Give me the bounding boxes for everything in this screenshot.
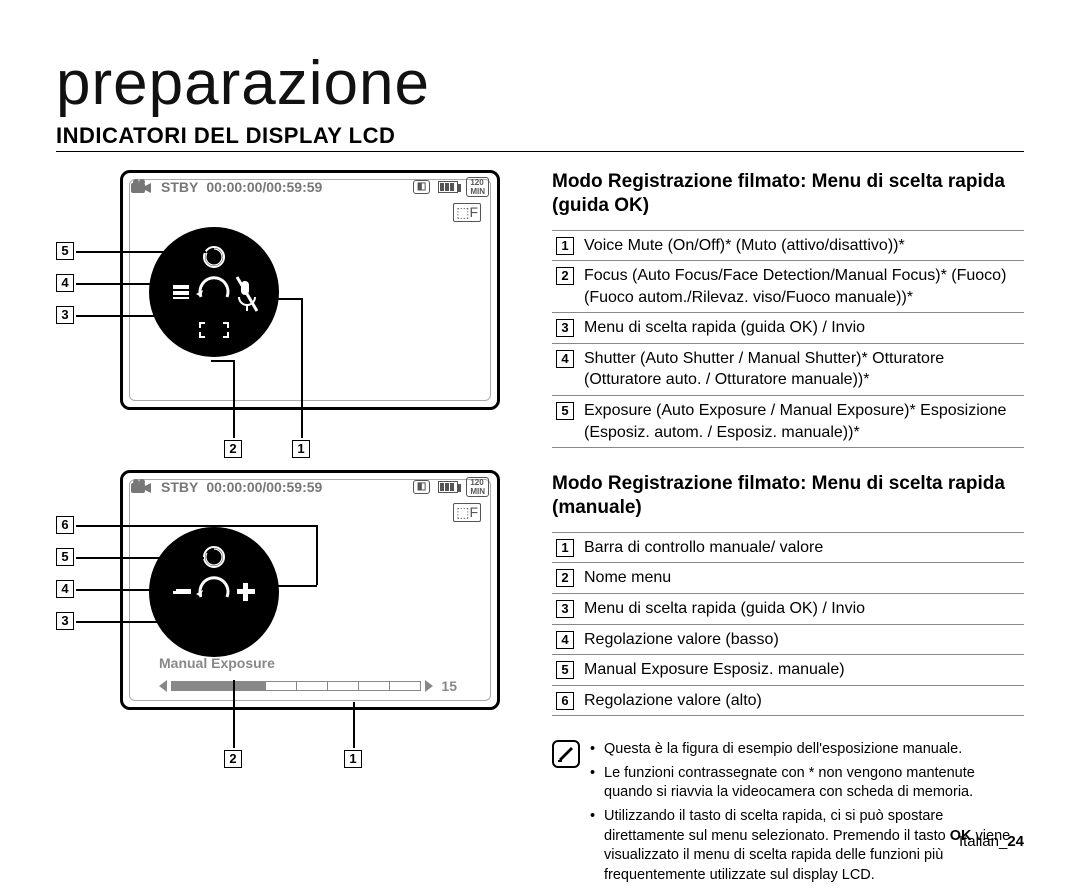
status-mode: STBY bbox=[161, 179, 198, 195]
sd-indicator-icon: ⬚F bbox=[453, 203, 481, 222]
diagrams-column: STBY 00:00:00/00:59:59 ◧ 120MIN ⬚F bbox=[56, 170, 516, 889]
lcd-screen-2: STBY 00:00:00/00:59:59 ◧ 120MIN ⬚F bbox=[120, 470, 500, 710]
note-icon bbox=[552, 740, 580, 768]
rec-time-badge: 120MIN bbox=[466, 477, 489, 497]
camcorder-icon bbox=[131, 179, 153, 195]
status-timecode: 00:00:00/00:59:59 bbox=[206, 479, 322, 495]
table-row: 2Focus (Auto Focus/Face Detection/Manual… bbox=[552, 261, 1024, 313]
battery-icon bbox=[438, 481, 458, 493]
callout-b4: 4 bbox=[56, 580, 74, 598]
callout-b2: 2 bbox=[224, 750, 242, 768]
section-heading: INDICATORI DEL DISPLAY LCD bbox=[56, 123, 1024, 149]
section-rule bbox=[56, 151, 1024, 152]
page-footer: Italian_24 bbox=[959, 833, 1024, 850]
table-row: 4Regolazione valore (basso) bbox=[552, 624, 1024, 655]
table-row: 2Nome menu bbox=[552, 563, 1024, 594]
callout-1: 1 bbox=[292, 440, 310, 458]
page-title: preparazione bbox=[56, 48, 1024, 119]
note-item: Questa è la figura di esempio dell'espos… bbox=[590, 740, 1024, 760]
card-icon: ◧ bbox=[413, 480, 430, 494]
diagram-manual-menu: STBY 00:00:00/00:59:59 ◧ 120MIN ⬚F bbox=[56, 470, 516, 790]
quick-menu-heading: Modo Registrazione filmato: Menu di scel… bbox=[552, 170, 1024, 218]
callout-2: 2 bbox=[224, 440, 242, 458]
descriptions-column: Modo Registrazione filmato: Menu di scel… bbox=[552, 170, 1024, 889]
callout-5: 5 bbox=[56, 242, 74, 260]
table-row: 5Manual Exposure Esposiz. manuale) bbox=[552, 655, 1024, 686]
diagram-quick-menu: STBY 00:00:00/00:59:59 ◧ 120MIN ⬚F bbox=[56, 170, 516, 470]
callout-b3: 3 bbox=[56, 612, 74, 630]
table-row: 1Voice Mute (On/Off)* (Muto (attivo/disa… bbox=[552, 230, 1024, 261]
manual-value-bar: 15 bbox=[159, 679, 457, 693]
callout-4: 4 bbox=[56, 274, 74, 292]
table-row: 1Barra di controllo manuale/ valore bbox=[552, 532, 1024, 563]
callout-b5: 5 bbox=[56, 548, 74, 566]
status-timecode: 00:00:00/00:59:59 bbox=[206, 179, 322, 195]
callout-3: 3 bbox=[56, 306, 74, 324]
table-row: 3Menu di scelta rapida (guida OK) / Invi… bbox=[552, 313, 1024, 344]
table-row: 4Shutter (Auto Shutter / Manual Shutter)… bbox=[552, 343, 1024, 395]
triangle-right-icon bbox=[425, 680, 433, 692]
battery-icon bbox=[438, 181, 458, 193]
manual-value: 15 bbox=[441, 678, 457, 694]
table-row: 3Menu di scelta rapida (guida OK) / Invi… bbox=[552, 593, 1024, 624]
sd-indicator-icon: ⬚F bbox=[453, 503, 481, 522]
manual-menu-table: 1Barra di controllo manuale/ valore 2Nom… bbox=[552, 532, 1024, 717]
note-box: Questa è la figura di esempio dell'espos… bbox=[552, 740, 1024, 889]
manual-exposure-label: Manual Exposure bbox=[159, 655, 275, 671]
rec-time-badge: 120MIN bbox=[466, 177, 489, 197]
callout-b1: 1 bbox=[344, 750, 362, 768]
quick-menu-table: 1Voice Mute (On/Off)* (Muto (attivo/disa… bbox=[552, 230, 1024, 449]
nav-dial-2 bbox=[149, 527, 279, 657]
nav-dial-1 bbox=[149, 227, 279, 357]
note-item: Le funzioni contrassegnate con * non ven… bbox=[590, 764, 1024, 803]
camcorder-icon bbox=[131, 479, 153, 495]
lcd-screen-1: STBY 00:00:00/00:59:59 ◧ 120MIN ⬚F bbox=[120, 170, 500, 410]
table-row: 5Exposure (Auto Exposure / Manual Exposu… bbox=[552, 396, 1024, 448]
manual-menu-heading: Modo Registrazione filmato: Menu di scel… bbox=[552, 472, 1024, 520]
triangle-left-icon bbox=[159, 680, 167, 692]
card-icon: ◧ bbox=[413, 180, 430, 194]
status-mode: STBY bbox=[161, 479, 198, 495]
table-row: 6Regolazione valore (alto) bbox=[552, 685, 1024, 716]
callout-b6: 6 bbox=[56, 516, 74, 534]
